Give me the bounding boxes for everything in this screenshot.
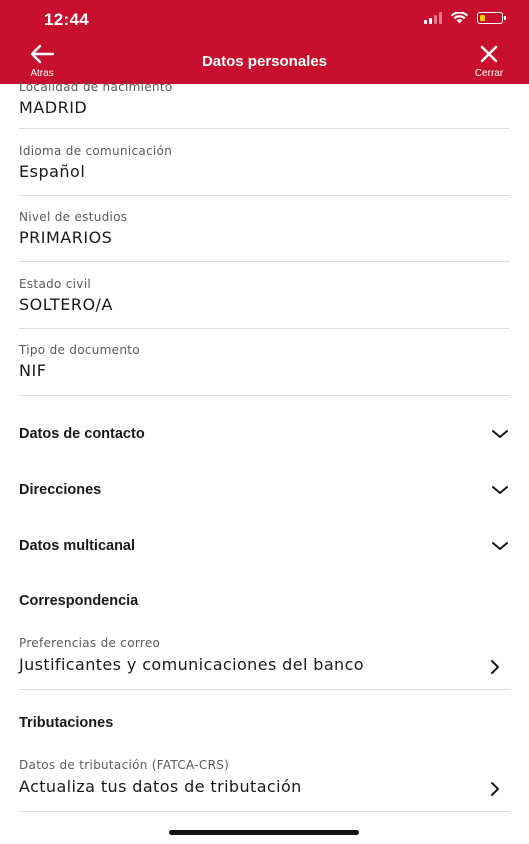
app-header: 12:44 Atras Datos personales Cerrar [0,0,529,84]
section-datos-multicanal[interactable]: Datos multicanal [19,518,510,574]
field-label: Nivel de estudios [19,210,128,224]
field-value: Español [19,162,86,181]
field-idioma: Idioma de comunicación Español [19,129,510,196]
field-value: PRIMARIOS [19,228,113,247]
field-estado-civil: Estado civil SOLTERO/A [19,262,510,329]
section-title: Datos de contacto [19,426,145,442]
chevron-down-icon [492,542,508,550]
field-localidad: Localidad de nacimiento MADRID [19,80,510,129]
close-icon [480,45,498,63]
datos-tributacion-row[interactable]: Datos de tributación (FATCA-CRS) Actuali… [19,758,510,812]
close-button[interactable]: Cerrar [469,44,509,79]
field-label: Idioma de comunicación [19,144,173,158]
wifi-icon [451,12,468,24]
section-title: Direcciones [19,482,102,498]
field-label: Estado civil [19,277,91,291]
chevron-down-icon [492,430,508,438]
chevron-right-icon [491,782,499,796]
field-value: NIF [19,361,47,380]
row-label: Datos de tributación (FATCA-CRS) [19,758,230,772]
section-datos-contacto[interactable]: Datos de contacto [19,406,510,462]
field-label: Tipo de documento [19,343,140,357]
field-value: SOLTERO/A [19,295,113,314]
section-title: Datos multicanal [19,538,136,554]
preferencias-correo-row[interactable]: Preferencias de correo Justificantes y c… [19,636,510,690]
section-direcciones[interactable]: Direcciones [19,462,510,518]
close-label: Cerrar [474,68,504,79]
row-value: Actualiza tus datos de tributación [19,777,302,796]
chevron-right-icon [491,660,499,674]
row-label: Preferencias de correo [19,636,161,650]
signal-icon [424,12,442,24]
home-indicator[interactable] [169,830,359,835]
status-time: 12:44 [44,10,89,29]
chevron-down-icon [492,486,508,494]
row-value: Justificantes y comunicaciones del banco [19,655,364,674]
battery-icon [477,12,506,24]
personal-data-list: Localidad de nacimiento MADRID Idioma de… [0,80,529,396]
field-value: MADRID [19,98,88,117]
field-label: Localidad de nacimiento [19,80,173,94]
page-title: Datos personales [201,53,328,70]
field-nivel-estudios: Nivel de estudios PRIMARIOS [19,196,510,262]
tributaciones-heading: Tributaciones [19,715,114,731]
field-tipo-documento: Tipo de documento NIF [19,329,510,396]
correspondencia-heading: Correspondencia [19,593,139,609]
status-icons [424,12,506,24]
